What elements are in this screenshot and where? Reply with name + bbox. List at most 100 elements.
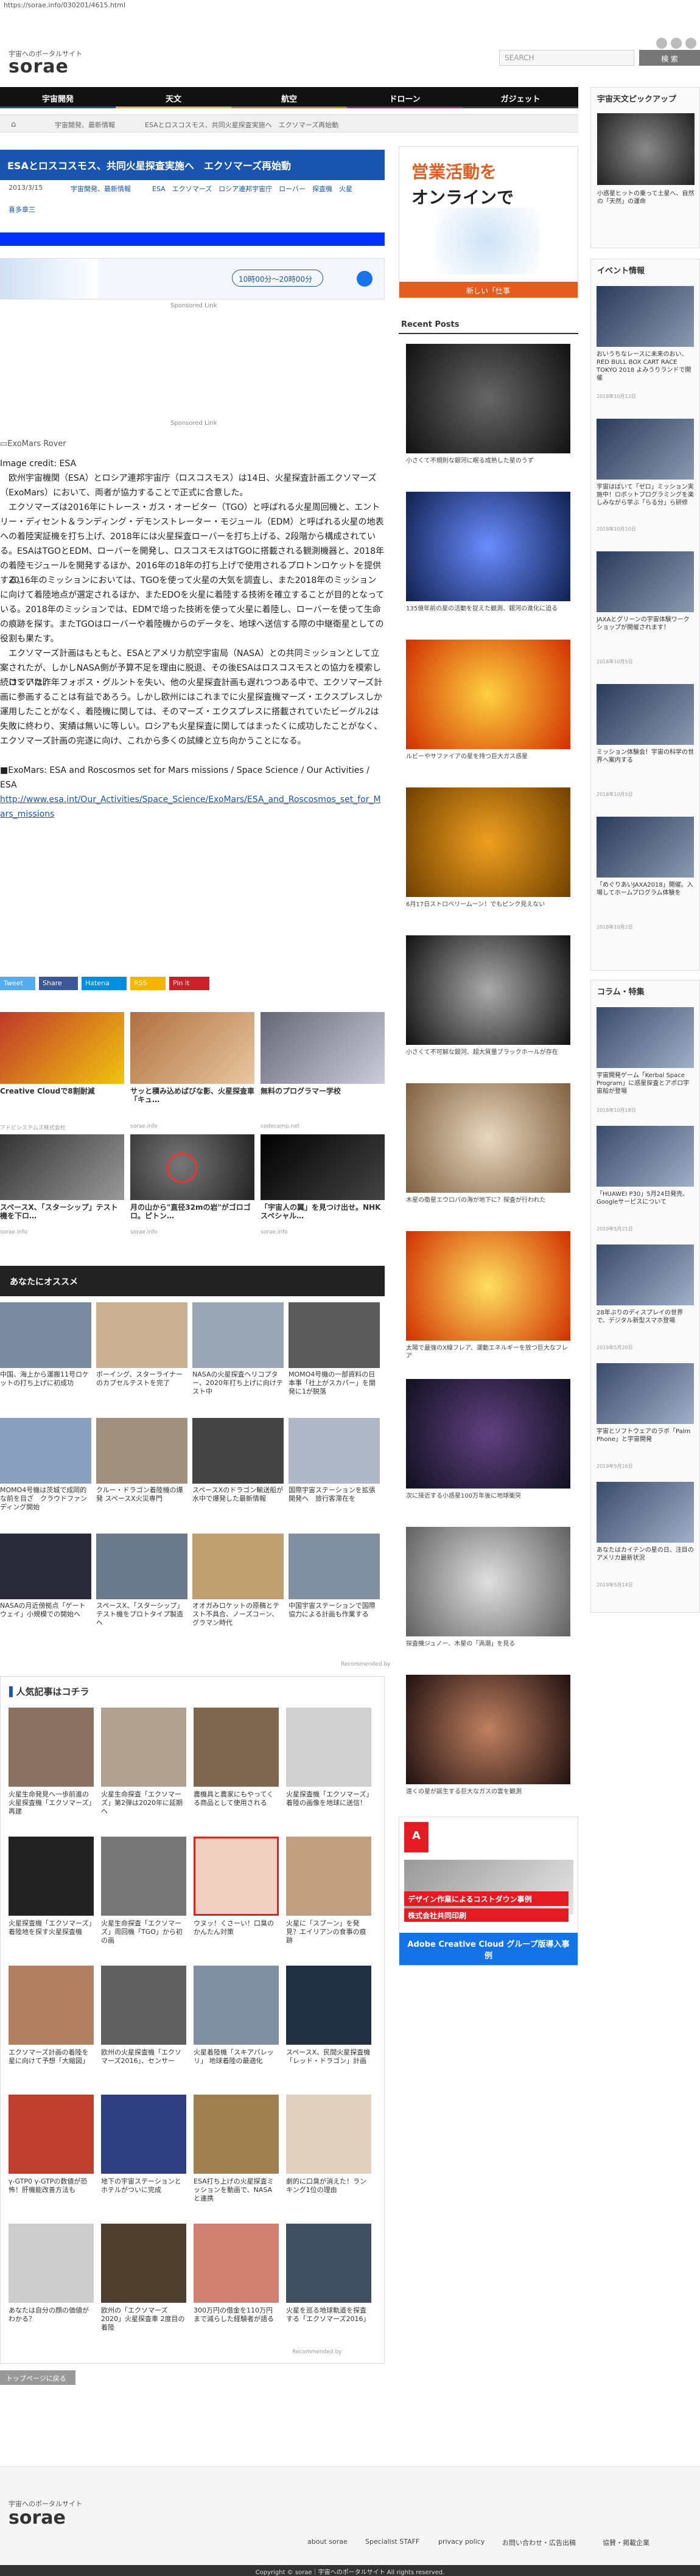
- popular-image[interactable]: [194, 2224, 279, 2303]
- recent-post-image[interactable]: [406, 1527, 570, 1636]
- article-category[interactable]: 宇宙開発、最新情報: [71, 184, 131, 194]
- column-image[interactable]: [597, 1007, 694, 1068]
- recommend-image[interactable]: [0, 1534, 91, 1599]
- column-caption[interactable]: 宇宙開発ゲーム「Kerbal Space Program」に惑星探査とアポロ宇宙…: [597, 1072, 694, 1105]
- event-caption[interactable]: JAXAとグリーンの宇宙体験ワークショップが開催されます！: [597, 616, 694, 656]
- event-image[interactable]: [597, 551, 694, 612]
- recent-post-image[interactable]: [406, 640, 570, 749]
- pickup-caption[interactable]: 小惑星ヒットの乗って土星へ、自然の「天然」の運命: [597, 190, 695, 206]
- popular-image[interactable]: [194, 1708, 279, 1787]
- popular-caption[interactable]: 火星を巡る地球軌道を探査する「エクソマーズ2016」: [286, 2306, 371, 2333]
- popular-caption[interactable]: 火星生命発見へ一歩前進の火星探査機「エクソマーズ」再建: [9, 1790, 94, 1817]
- facebook-icon[interactable]: [685, 38, 696, 49]
- popular-caption[interactable]: γ-GTP0 γ-GTPの数値が恐怖！肝機能改善方法も: [9, 2177, 94, 2204]
- recommend-caption[interactable]: MOMO4号機は茨城で成岡的な前を目ざ クラウドファンディング開始: [0, 1486, 91, 1520]
- popular-caption[interactable]: スペースX、民間火星探査機「レッド・ドラゴン」計画: [286, 2048, 371, 2075]
- ad-tile-5[interactable]: [130, 1134, 254, 1200]
- nav-item-space-dev[interactable]: 宇宙開発: [0, 87, 116, 106]
- ad-tile-5-caption[interactable]: 月の山から"直径32mの岩"がゴロゴロ。ピトン…: [130, 1203, 254, 1220]
- recent-post-image[interactable]: [406, 935, 570, 1045]
- recommend-caption[interactable]: ボーイング、スターライナーのカプセルテストを完了: [96, 1370, 187, 1405]
- popular-image[interactable]: [101, 1708, 186, 1787]
- recommend-caption[interactable]: クルー・ドラゴン着陸機の爆発 スペースX火災専門: [96, 1486, 187, 1520]
- nav-item-astronomy[interactable]: 天文: [116, 87, 231, 106]
- ad-banner-small[interactable]: 10時00分〜20時00分: [0, 258, 385, 299]
- pickup-image[interactable]: [597, 113, 695, 185]
- recent-post-caption[interactable]: ルビーやサファイアの星を持つ巨大ガス惑星: [406, 753, 570, 770]
- recent-post-caption[interactable]: 小さくて不可解な銀河、超大質量ブラックホールが存在: [406, 1049, 570, 1066]
- recent-post-caption[interactable]: 探査機ジュノー、木星の「渦潮」を見る: [406, 1640, 570, 1657]
- popular-caption[interactable]: 300万円の借金を110万円まで減らした経験者が語る: [194, 2306, 279, 2333]
- popular-caption[interactable]: 劇的に口臭が消えた！ランキング1位の理由: [286, 2177, 371, 2204]
- recent-post-caption[interactable]: 6月17日ストロベリームーン！でもピンク見えない: [406, 901, 570, 918]
- recommend-caption[interactable]: 中国宇宙ステーションで国際協力による計画も作業する: [289, 1602, 380, 1636]
- popular-caption[interactable]: 農機具と農家にもやってくる商品として使用される: [194, 1790, 279, 1817]
- popular-image[interactable]: [9, 2224, 94, 2303]
- popular-image[interactable]: [286, 2224, 371, 2303]
- recommend-image[interactable]: [289, 1534, 380, 1599]
- popular-image[interactable]: [286, 1837, 371, 1916]
- popular-caption[interactable]: 火星生命探査「エクソマーズ」周回機「TGO」から初の画: [101, 1919, 186, 1946]
- popular-caption[interactable]: ESA打ち上げの火星探査ミッションを動画で、NASAと連携: [194, 2177, 279, 2204]
- popular-caption[interactable]: 火星生命探査「エクソマーズ」第2弾は2020年に延期へ: [101, 1790, 186, 1817]
- column-caption[interactable]: 宇宙とソフトウェアのラボ「Palm Phone」と宇宙開発: [597, 1428, 694, 1461]
- event-image[interactable]: [597, 419, 694, 480]
- popular-caption[interactable]: 欧州の「エクソマーズ2020」火星探査車 2度目の着陸: [101, 2306, 186, 2333]
- url-bar[interactable]: https://sorae.info/030201/4615.html: [0, 0, 700, 11]
- recommend-caption[interactable]: NASAの火星探査ヘリコプター、2020年打ち上げに向けテスト中: [192, 1370, 284, 1405]
- footer-link-about[interactable]: about sorae: [307, 2538, 348, 2546]
- recent-post-caption[interactable]: 135億年前の星の活動を捉えた観測、銀河の進化に迫る: [406, 605, 570, 622]
- popular-caption[interactable]: 欧州の火星探査機「エクソマーズ2016」、センサー: [101, 2048, 186, 2075]
- recommend-image[interactable]: [96, 1418, 187, 1484]
- recent-post-caption[interactable]: 遠くの星が誕生する巨大なガスの雲を観測: [406, 1788, 570, 1805]
- recommend-caption[interactable]: NASAの月近傍拠点「ゲートウェイ」小規模での開始へ: [0, 1602, 91, 1636]
- recommend-image[interactable]: [192, 1534, 284, 1599]
- footer-link-privacy[interactable]: privacy policy: [438, 2538, 485, 2546]
- popular-caption[interactable]: 火星探査機「エクソマーズ」着陸の画像を地球に送信！: [286, 1790, 371, 1817]
- tweet-button[interactable]: Tweet: [0, 977, 35, 990]
- ad-tile-4[interactable]: [0, 1134, 124, 1200]
- recommend-caption[interactable]: スペースXのドラゴン輸送船が水中で爆発した最新情報: [192, 1486, 284, 1520]
- recent-post-caption[interactable]: 小さくて不規則な銀河に眠る成熟した星のうず: [406, 457, 570, 474]
- recommend-image[interactable]: [96, 1302, 187, 1368]
- event-caption[interactable]: おいうちなレースに未来のおい、RED BULL BOX CART RACE TO…: [597, 351, 694, 391]
- event-image[interactable]: [597, 817, 694, 878]
- article-author[interactable]: 喜多章三: [9, 204, 35, 214]
- recent-post-image[interactable]: [406, 1083, 570, 1193]
- popular-caption[interactable]: ウヌッ！くさーい！口臭のかんたん対策: [194, 1919, 279, 1946]
- recent-post-caption[interactable]: 次に接近する小惑星100万年後に地球衝突: [406, 1492, 570, 1509]
- home-icon[interactable]: ⌂: [11, 120, 16, 129]
- event-image[interactable]: [597, 684, 694, 745]
- event-caption[interactable]: ミッション体験会！宇宙の科学の世界へ案内する: [597, 749, 694, 789]
- sidebar-ad-adobe[interactable]: A デザイン作業によるコストダウン事例 株式会社共同印刷 Adobe Creat…: [399, 1817, 578, 1966]
- site-logo[interactable]: sorae: [9, 56, 69, 77]
- ad-tile-1[interactable]: [0, 1012, 124, 1084]
- back-to-top-button[interactable]: トップページに戻る: [0, 2370, 75, 2385]
- nav-item-drone[interactable]: ドローン: [347, 87, 463, 106]
- popular-caption[interactable]: エクソマーズ計画の着陸を星に向けて予想「大縮図」: [9, 2048, 94, 2075]
- search-input[interactable]: SEARCH: [499, 50, 634, 66]
- column-caption[interactable]: 28年ぶりのディスプレイの世界で、デジタル新型スマホ登場: [597, 1309, 694, 1342]
- recent-post-image[interactable]: [406, 1379, 570, 1489]
- popular-image[interactable]: [194, 1966, 279, 2045]
- column-image[interactable]: [597, 1363, 694, 1424]
- recent-post-image[interactable]: [406, 1675, 570, 1784]
- popular-image[interactable]: [9, 1708, 94, 1787]
- hatena-button[interactable]: Hatena: [82, 977, 127, 990]
- recommend-caption[interactable]: スペースX、「スターシップ」テスト機をプロトタイプ製造へ: [96, 1602, 187, 1636]
- ad-tile-3[interactable]: [261, 1012, 385, 1084]
- breadcrumb-category[interactable]: 宇宙開発、最新情報: [55, 120, 115, 130]
- popular-image[interactable]: [9, 1837, 94, 1916]
- column-image[interactable]: [597, 1244, 694, 1305]
- facebook-share-button[interactable]: Share: [39, 977, 78, 990]
- popular-image[interactable]: [101, 1966, 186, 2045]
- event-caption[interactable]: 宇宙はばいて「ゼロ」ミッション実施中！ロボットプログラミングを楽しみながら学ぶ「…: [597, 483, 694, 523]
- popular-image[interactable]: [194, 2095, 279, 2174]
- pin-button[interactable]: Pin it: [169, 977, 209, 990]
- recommend-image[interactable]: [192, 1302, 284, 1368]
- popular-caption[interactable]: あなたは自分の顔の価値がわかる？: [9, 2306, 94, 2333]
- sidebar-ad-online-sales[interactable]: 営業活動を オンラインで 新しい「仕事のしかた」: [399, 146, 578, 305]
- recommend-caption[interactable]: MOMO4号機の一部資料の日本事「社上がスカパー」を開発に1が脱落: [289, 1370, 380, 1405]
- ad-tile-4-caption[interactable]: スペースX、「スターシップ」テスト機を下ロ…: [0, 1203, 124, 1220]
- twitter-icon[interactable]: [671, 38, 682, 49]
